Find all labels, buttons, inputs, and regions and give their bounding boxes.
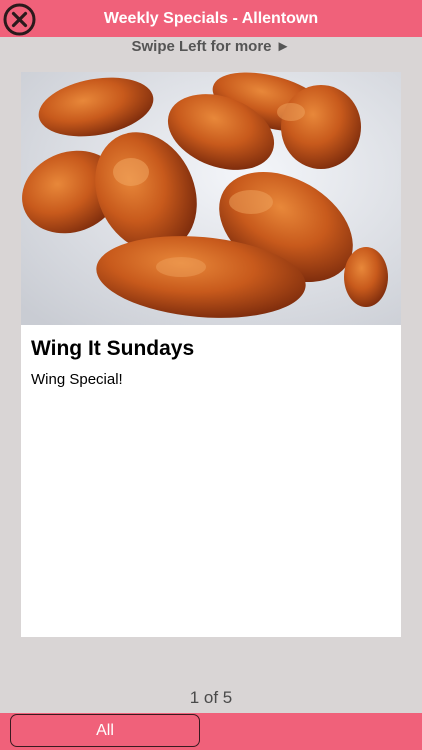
bottom-bar: All bbox=[0, 713, 422, 750]
special-description: Wing Special! bbox=[31, 371, 123, 388]
special-title: Wing It Sundays bbox=[31, 337, 195, 360]
page-indicator: 1 of 5 bbox=[189, 688, 233, 707]
wings-photo bbox=[21, 72, 401, 325]
filter-all-button[interactable]: All bbox=[10, 714, 200, 747]
special-card[interactable]: Wing It Sundays Wing Special! bbox=[21, 72, 401, 637]
top-bar: Weekly Specials - Allentown bbox=[0, 0, 422, 37]
page-title: Weekly Specials - Allentown bbox=[103, 10, 319, 27]
swipe-hint: Swipe Left for more ► bbox=[131, 38, 291, 55]
